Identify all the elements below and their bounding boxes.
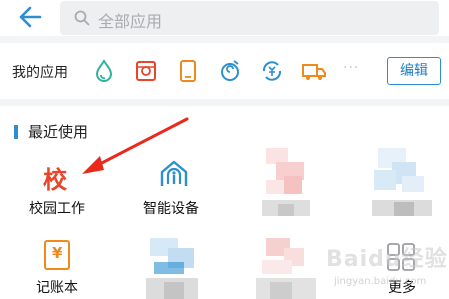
watermark-url: jingyan.baidu.com	[334, 276, 427, 287]
watermark-logo: Baidu经验	[326, 247, 448, 272]
